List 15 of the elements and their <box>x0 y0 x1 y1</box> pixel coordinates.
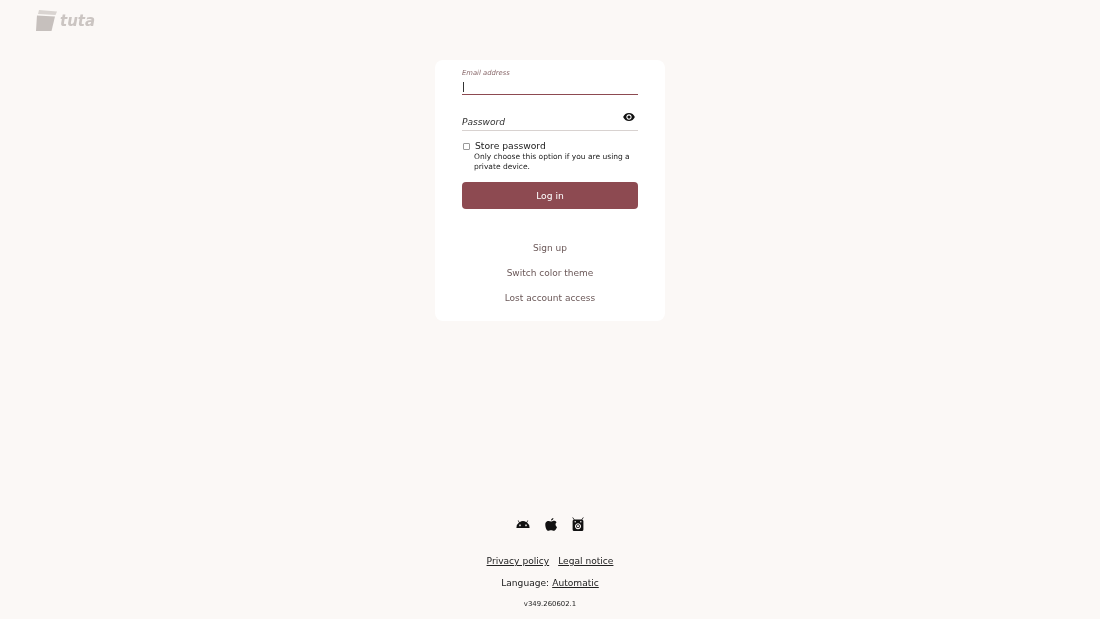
language-label: Language: <box>501 577 550 590</box>
text-cursor <box>463 82 464 92</box>
login-button[interactable]: Log in <box>462 182 638 209</box>
footer-link[interactable]: Legal notice <box>558 554 614 568</box>
apple-icon[interactable] <box>544 517 557 531</box>
text-link[interactable]: Lost account access <box>504 291 596 305</box>
checkbox-label: Store password <box>475 140 546 152</box>
footer-link[interactable]: Privacy policy <box>486 554 550 568</box>
language-link[interactable]: Automatic <box>552 576 599 590</box>
store-password-checkbox[interactable] <box>463 143 470 150</box>
eye-icon[interactable] <box>623 113 635 121</box>
android-icon[interactable] <box>515 520 530 528</box>
robot-icon[interactable] <box>571 517 584 531</box>
text-link[interactable]: Sign up <box>533 241 567 255</box>
text-link[interactable]: Switch color theme <box>506 266 594 280</box>
